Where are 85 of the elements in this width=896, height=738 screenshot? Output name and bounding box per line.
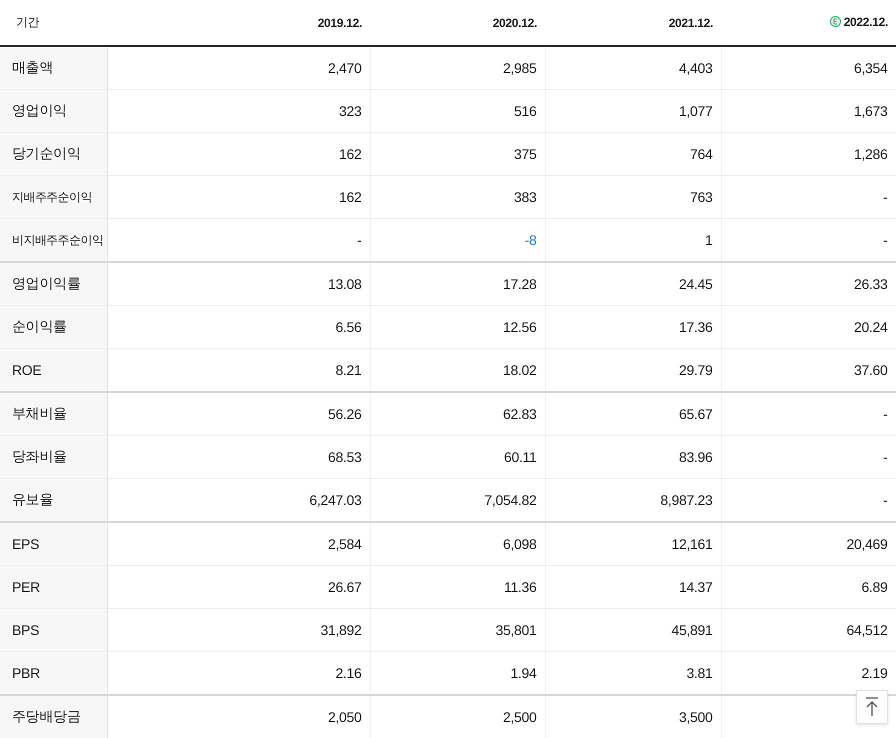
table-cell: -: [721, 392, 896, 436]
table-cell: 37.60: [721, 348, 896, 392]
table-cell: 64,512: [721, 608, 896, 652]
table-cell: 375: [370, 132, 545, 176]
table-cell: 383: [370, 176, 545, 218]
table-cell: 45,891: [545, 608, 721, 652]
table-cell: 18.02: [370, 348, 545, 392]
column-header: 2022.12.: [721, 0, 896, 46]
table-cell: -: [721, 436, 896, 478]
table-cell: 162: [107, 176, 370, 218]
table-cell: 1,286: [721, 132, 896, 176]
table-cell: 12,161: [545, 522, 721, 566]
arrow-up-icon: [865, 697, 879, 717]
table-cell: 6.56: [107, 306, 370, 348]
table-cell: 162: [107, 132, 370, 176]
table-cell: 68.53: [107, 436, 370, 478]
table-cell: 516: [370, 90, 545, 132]
scroll-to-top-button[interactable]: [856, 690, 888, 724]
table-cell: 11.36: [370, 566, 545, 608]
table-cell: 24.45: [545, 262, 721, 306]
table-cell: 764: [545, 132, 721, 176]
row-label: 부채비율: [0, 392, 107, 436]
table-cell: 763: [545, 176, 721, 218]
table-cell: 56.26: [107, 392, 370, 436]
table-cell: 3,500: [545, 695, 721, 738]
table-cell: 14.37: [545, 566, 721, 608]
row-label: PER: [0, 566, 107, 608]
table-cell: 6,098: [370, 522, 545, 566]
table-cell: 2,985: [370, 46, 545, 90]
table-cell: 1,673: [721, 90, 896, 132]
column-header: 2021.12.: [545, 0, 721, 46]
row-label: ROE: [0, 348, 107, 392]
row-label: 영업이익: [0, 90, 107, 132]
row-label: 주당배당금: [0, 695, 107, 738]
table-cell: 2,584: [107, 522, 370, 566]
table-cell: 6.89: [721, 566, 896, 608]
table-cell: 20.24: [721, 306, 896, 348]
table-cell: 17.28: [370, 262, 545, 306]
table-cell: 31,892: [107, 608, 370, 652]
table-cell: -: [721, 478, 896, 522]
table-cell: 2,050: [107, 695, 370, 738]
table-cell: 26.67: [107, 566, 370, 608]
table-cell: 2,500: [370, 695, 545, 738]
row-label: 매출액: [0, 46, 107, 90]
table-cell: 2,470: [107, 46, 370, 90]
column-header: 2019.12.: [107, 0, 370, 46]
table-cell: -: [107, 218, 370, 262]
row-label: BPS: [0, 608, 107, 652]
table-cell: 6,247.03: [107, 478, 370, 522]
table-cell: 7,054.82: [370, 478, 545, 522]
table-cell: 83.96: [545, 436, 721, 478]
table-cell: 65.67: [545, 392, 721, 436]
table-cell: 29.79: [545, 348, 721, 392]
table-cell: 3.81: [545, 652, 721, 695]
table-cell: 4,403: [545, 46, 721, 90]
row-label: 당기순이익: [0, 132, 107, 176]
table-cell: 8,987.23: [545, 478, 721, 522]
row-label: 유보율: [0, 478, 107, 522]
table-cell: 323: [107, 90, 370, 132]
table-cell: 20,469: [721, 522, 896, 566]
table-cell: 1.94: [370, 652, 545, 695]
column-header: 2020.12.: [370, 0, 545, 46]
row-label: 비지배주주순이익: [0, 218, 107, 262]
row-label: 순이익률: [0, 306, 107, 348]
table-cell: -8: [370, 218, 545, 262]
estimate-icon: [830, 16, 841, 28]
table-cell: 35,801: [370, 608, 545, 652]
row-label: 당좌비율: [0, 436, 107, 478]
table-cell: 60.11: [370, 436, 545, 478]
table-cell: 26.33: [721, 262, 896, 306]
table-cell: 6,354: [721, 46, 896, 90]
table-cell: 2.16: [107, 652, 370, 695]
table-cell: 17.36: [545, 306, 721, 348]
table-cell: 13.08: [107, 262, 370, 306]
table-cell: -: [721, 218, 896, 262]
table-cell: 1: [545, 218, 721, 262]
row-label: 영업이익률: [0, 262, 107, 306]
table-cell: 1,077: [545, 90, 721, 132]
table-cell: 8.21: [107, 348, 370, 392]
table-cell: 12.56: [370, 306, 545, 348]
row-label: EPS: [0, 522, 107, 566]
table-cell: -: [721, 176, 896, 218]
row-label: 지배주주순이익: [0, 176, 107, 218]
row-label: PBR: [0, 652, 107, 695]
table-cell: 62.83: [370, 392, 545, 436]
